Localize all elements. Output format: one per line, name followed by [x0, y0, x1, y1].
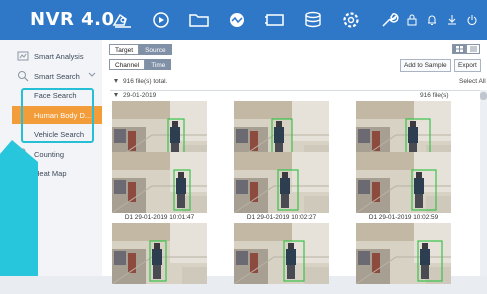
list-view-button[interactable] — [466, 44, 480, 54]
sidebar-item-label: Smart Analysis — [34, 51, 84, 61]
smart-analysis-menu-icon — [16, 50, 30, 62]
snapshot-image — [112, 152, 207, 213]
top-right-icons — [401, 13, 481, 27]
time-tab[interactable]: Time — [145, 59, 172, 70]
list-icon — [469, 46, 477, 52]
top-navigation-bar: NVR 4.0 — [0, 0, 487, 40]
thumbnail-item[interactable]: D1 29-01-2019 10:02:27 — [234, 152, 329, 223]
total-files-text: 916 file(s) total. — [123, 78, 168, 85]
snapshot-image — [234, 152, 329, 213]
channel-tab[interactable]: Channel — [109, 59, 146, 70]
playback-icon[interactable] — [142, 0, 180, 40]
snapshot-image — [356, 152, 451, 213]
date-group-header[interactable]: 29-01-2019 — [114, 92, 156, 99]
file-management-icon[interactable] — [180, 0, 218, 40]
power-icon[interactable] — [463, 13, 481, 27]
results-panel: Target Source Channel Time Add to Sample… — [102, 40, 487, 284]
search-mode-toggle: Target Source — [109, 44, 172, 55]
download-icon[interactable] — [443, 13, 461, 27]
expand-arrow-icon[interactable] — [114, 79, 118, 84]
target-tab[interactable]: Target — [109, 44, 140, 55]
export-button[interactable]: Export — [454, 59, 481, 72]
sort-mode-toggle: Channel Time — [109, 59, 172, 70]
scrollbar-thumb[interactable] — [480, 92, 487, 100]
alarm-bell-icon[interactable] — [423, 13, 441, 27]
storage-icon[interactable] — [294, 0, 332, 40]
chevron-down-icon[interactable] — [88, 71, 96, 79]
smart-analysis-icon[interactable] — [218, 0, 256, 40]
total-files-row: 916 file(s) total. — [114, 78, 167, 85]
date-group-label: 29-01-2019 — [123, 92, 157, 99]
thumbnail-item[interactable] — [112, 223, 207, 294]
sidebar-item-label: Smart Search — [34, 71, 80, 81]
grid-icon — [455, 46, 463, 52]
divider — [110, 90, 480, 91]
lock-icon[interactable] — [403, 13, 421, 27]
sidebar-item-smart-analysis[interactable]: Smart Analysis — [0, 46, 102, 66]
app-logo: NVR 4.0 — [30, 9, 115, 30]
source-tab[interactable]: Source — [139, 44, 172, 55]
add-to-sample-button[interactable]: Add to Sample — [400, 59, 451, 72]
thumbnail-caption: D1 29-01-2019 10:01:47 — [124, 214, 195, 221]
results-scrollbar[interactable] — [480, 90, 487, 276]
cyan-arrow-overlay — [0, 140, 38, 276]
smart-search-icon — [16, 70, 30, 82]
snapshot-image — [234, 223, 329, 284]
sidebar-item-smart-search[interactable]: Smart Search — [0, 66, 102, 86]
snapshot-image — [112, 223, 207, 284]
thumbnail-item[interactable] — [234, 223, 329, 294]
snapshot-image — [356, 223, 451, 284]
grid-view-button[interactable] — [452, 44, 466, 54]
configuration-icon[interactable] — [332, 0, 370, 40]
view-toggle — [452, 44, 480, 54]
thumbnail-item[interactable]: D1 29-01-2019 10:02:59 — [356, 152, 451, 223]
date-group-count: 916 file(s) — [420, 92, 449, 99]
thumbnail-item[interactable] — [356, 223, 451, 294]
thumbnail-caption: D1 29-01-2019 10:02:27 — [246, 214, 317, 221]
expand-arrow-icon — [114, 93, 118, 98]
highlight-outline — [21, 88, 94, 143]
main-nav — [104, 0, 408, 40]
thumbnail-item[interactable]: D1 29-01-2019 10:01:47 — [112, 152, 207, 223]
live-view-icon[interactable] — [104, 0, 142, 40]
thumbnail-caption: D1 29-01-2019 10:02:59 — [368, 214, 439, 221]
select-all-checkbox[interactable]: Select All — [459, 78, 486, 85]
camera-icon[interactable] — [256, 0, 294, 40]
